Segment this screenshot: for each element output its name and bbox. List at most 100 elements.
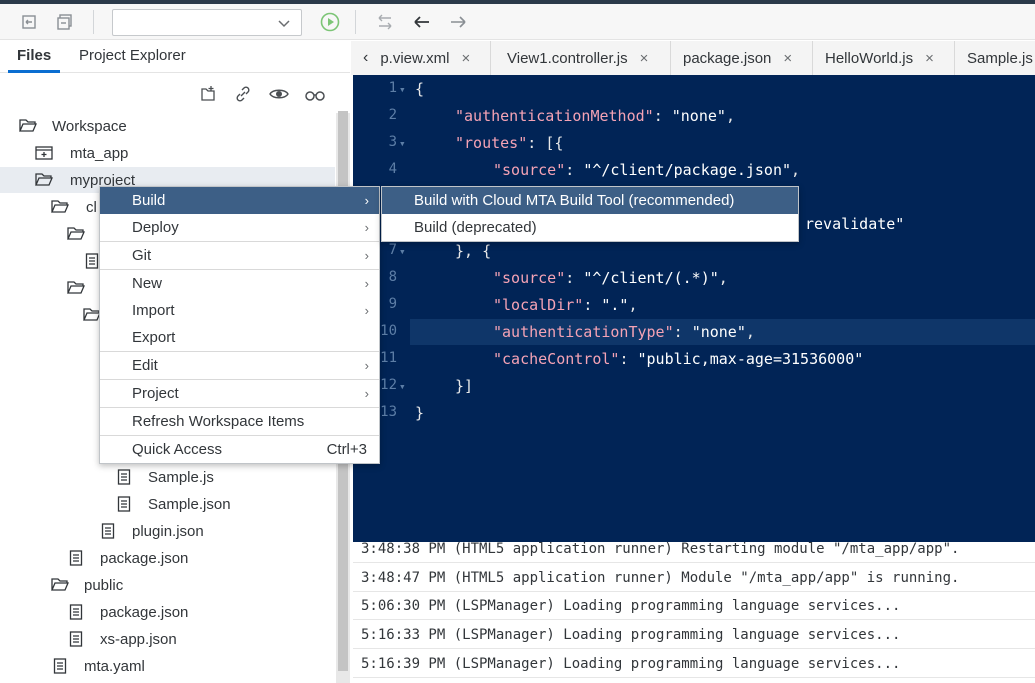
fold-chevron-icon[interactable]: ▾ (399, 245, 406, 258)
menu-item-git[interactable]: Git › (100, 242, 379, 269)
line-number: 4 (388, 161, 397, 177)
menu-item-quick-access[interactable]: Quick Access Ctrl+3 (100, 436, 379, 463)
fold-chevron-icon[interactable]: ▾ (399, 83, 406, 96)
menu-item-deploy[interactable]: Deploy › (100, 214, 379, 241)
tab-project-explorer[interactable]: Project Explorer (79, 47, 186, 64)
run-configuration-select[interactable] (112, 9, 302, 36)
console-row: 5:16:33 PM (LSPManager) Loading programm… (353, 621, 1035, 649)
tree-item-label: mta.yaml (84, 657, 145, 675)
close-icon[interactable]: × (640, 50, 649, 67)
fold-chevron-icon[interactable]: ▾ (399, 380, 406, 393)
redo-icon[interactable] (53, 10, 77, 34)
link-icon[interactable] (231, 83, 255, 105)
tab-view1-controller-js[interactable]: View1.controller.js × (491, 41, 671, 75)
swap-icon[interactable] (373, 10, 397, 34)
file-icon (114, 469, 134, 485)
tree-item-package-json[interactable]: package.json (0, 599, 335, 625)
submenu-item-build-deprecated[interactable]: Build (deprecated) (382, 214, 798, 241)
menu-item-label: Deploy (132, 219, 179, 236)
tab-label: View1.controller.js (507, 49, 628, 67)
tree-item-label: mta_app (70, 144, 129, 162)
tab-label: Sample.js (967, 49, 1033, 67)
tab-label: HelloWorld.js (825, 49, 914, 67)
tree-item-sample-json[interactable]: Sample.json (0, 491, 335, 517)
tab-sample-js[interactable]: Sample.js (955, 41, 1035, 75)
submenu-arrow-icon: › (364, 276, 369, 291)
submenu-arrow-icon: › (364, 248, 369, 263)
tree-item-label: xs-app.json (100, 630, 177, 648)
code-line-4: "source": "^/client/package.json", (493, 161, 801, 179)
code-line-8: "source": "^/client/(.*)", (493, 269, 728, 287)
show-hidden-eye-icon[interactable] (267, 83, 291, 105)
code-line-6: revalidate" (805, 215, 905, 233)
undo-icon[interactable] (17, 10, 41, 34)
editor-tabs: ‹ p.view.xml × View1.controller.js × pac… (351, 41, 1035, 75)
tree-item-workspace[interactable]: Workspace (0, 113, 335, 139)
file-icon (66, 550, 86, 566)
folder-open-icon (34, 172, 54, 188)
menu-item-refresh-workspace[interactable]: Refresh Workspace Items (100, 408, 379, 435)
close-icon[interactable]: × (462, 50, 471, 67)
menu-item-label: New (132, 275, 163, 292)
code-line-3: "routes": [{ (455, 134, 564, 152)
file-icon (66, 631, 86, 647)
menu-item-label: Export (132, 329, 176, 346)
code-line-13: } (415, 404, 425, 422)
code-editor[interactable]: 1 ▾ 2 3 ▾ 4 7 ▾ 8 9 10 11 12 ▾ 13 { "aut… (353, 75, 1035, 542)
tree-item-xs-app-json[interactable]: xs-app.json (0, 626, 335, 652)
tree-item-package-json[interactable]: package.json (0, 545, 335, 571)
code-line-12: }] (455, 377, 474, 395)
code-line-11: "cacheControl": "public,max-age=31536000… (493, 350, 864, 368)
code-line-9: "localDir": ".", (493, 296, 638, 314)
code-line-1: { (415, 80, 425, 98)
toolbar-separator (93, 10, 94, 34)
file-icon (98, 523, 118, 539)
menu-item-edit[interactable]: Edit › (100, 352, 379, 379)
close-icon[interactable]: × (783, 50, 792, 67)
console-row: 5:16:39 PM (LSPManager) Loading programm… (353, 650, 1035, 678)
menu-item-label: Git (132, 247, 152, 264)
close-icon[interactable]: × (925, 50, 934, 67)
menu-item-project[interactable]: Project › (100, 380, 379, 407)
run-icon[interactable] (318, 10, 342, 34)
tab-label: p.view.xml (380, 49, 450, 67)
tree-item-mta-app[interactable]: mta_app (0, 140, 335, 166)
menu-item-build[interactable]: Build › (100, 187, 379, 214)
folder-open-icon (66, 280, 86, 296)
submenu-arrow-icon: › (364, 386, 369, 401)
console-row: 3:48:38 PM (HTML5 application runner) Re… (353, 542, 1035, 563)
tree-item-public[interactable]: public (0, 572, 335, 598)
tree-item-plugin-json[interactable]: plugin.json (0, 518, 335, 544)
back-icon[interactable] (410, 10, 434, 34)
tab-helloworld-js[interactable]: HelloWorld.js × (813, 41, 955, 75)
tab-package-json[interactable]: package.json × (671, 41, 813, 75)
menu-item-label: Refresh Workspace Items (132, 413, 305, 430)
line-number: 1 (388, 80, 397, 96)
tree-item-label: plugin.json (132, 522, 204, 540)
tab-p-view-xml[interactable]: ‹ p.view.xml × (351, 41, 491, 75)
file-icon (114, 496, 134, 512)
folder-open-icon (50, 577, 70, 593)
context-menu: Build › Deploy › Git › New › Import › Ex… (99, 186, 380, 464)
submenu-arrow-icon: › (364, 220, 369, 235)
folder-open-icon (50, 199, 70, 215)
tree-item-mta-yaml[interactable]: mta.yaml (0, 653, 335, 679)
submenu-item-label: Build (deprecated) (414, 219, 537, 236)
forward-icon[interactable] (446, 10, 470, 34)
menu-item-export[interactable]: Export (100, 324, 379, 351)
tab-files[interactable]: Files (17, 47, 51, 64)
folder-open-icon (18, 118, 38, 134)
tree-item-sample-js[interactable]: Sample.js (0, 464, 335, 490)
line-number: 2 (388, 107, 397, 123)
submenu-item-build-cloud-mta[interactable]: Build with Cloud MTA Build Tool (recomme… (382, 187, 798, 214)
new-folder-icon[interactable] (196, 83, 220, 105)
main-toolbar (0, 4, 1035, 40)
scroll-tabs-left-icon[interactable]: ‹ (363, 49, 368, 67)
menu-shortcut: Ctrl+3 (326, 441, 367, 458)
tree-item-label: Sample.json (148, 495, 231, 513)
menu-item-new[interactable]: New › (100, 270, 379, 297)
menu-item-import[interactable]: Import › (100, 297, 379, 324)
dropdown-chevron-icon (277, 16, 291, 34)
fold-chevron-icon[interactable]: ▾ (399, 137, 406, 150)
binoculars-icon[interactable] (303, 83, 327, 105)
